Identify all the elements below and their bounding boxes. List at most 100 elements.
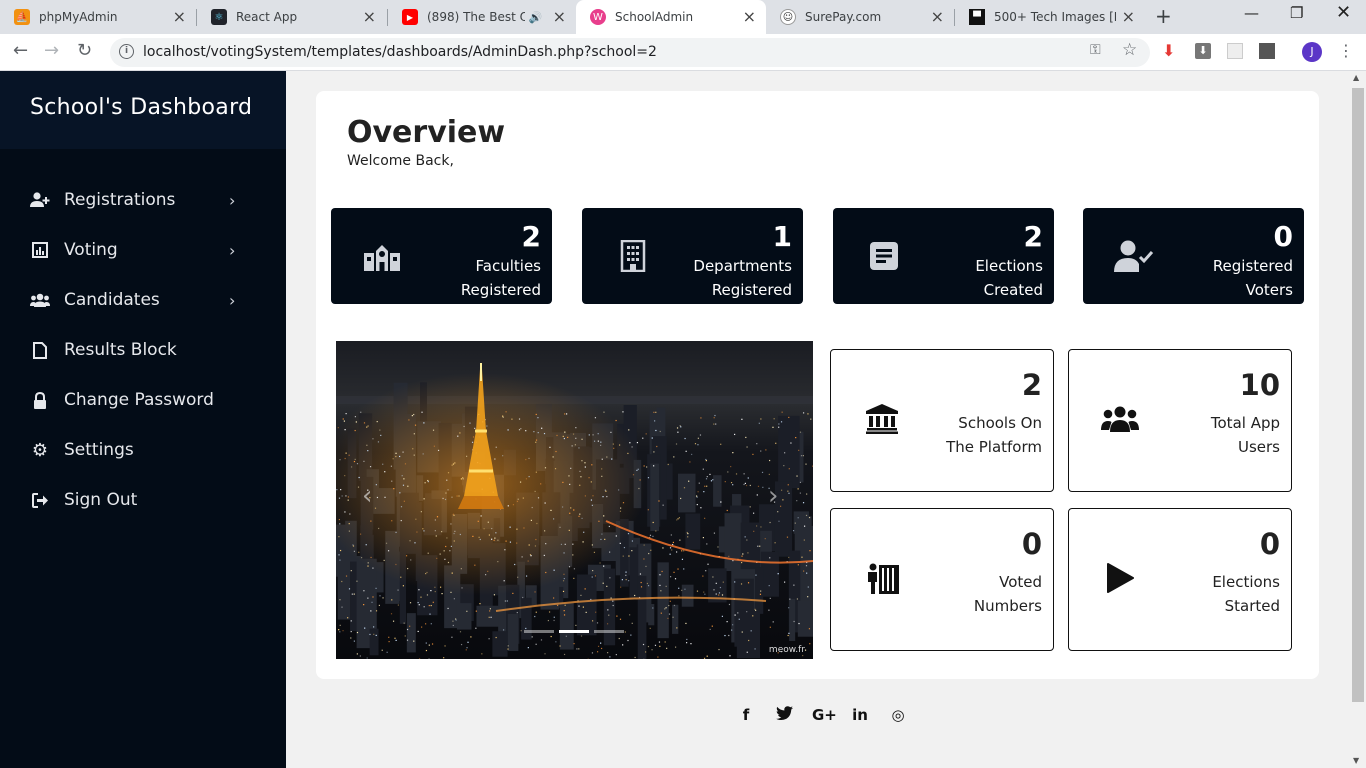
carousel-indicator-2[interactable] bbox=[559, 630, 589, 633]
url-text[interactable]: localhost/votingSystem/templates/dashboa… bbox=[143, 44, 657, 60]
facebook-icon[interactable]: f bbox=[736, 706, 756, 724]
speaker-icon[interactable]: 🔊 bbox=[529, 11, 543, 24]
sidebar-item-registrations[interactable]: Registrations › bbox=[0, 175, 286, 225]
tab-title: React App bbox=[236, 10, 298, 24]
sidebar-item-sign-out[interactable]: Sign Out bbox=[0, 475, 286, 525]
stat-value: 0 bbox=[1273, 220, 1293, 253]
tab-surepay[interactable]: ☺ SurePay.com × bbox=[766, 0, 954, 34]
scroll-down-arrow-icon[interactable]: ▼ bbox=[1353, 756, 1359, 765]
overview-card: Overview Welcome Back, 2 Faculties Regis… bbox=[316, 91, 1319, 679]
unsplash-icon: ▀ bbox=[969, 9, 985, 25]
tab-react-app[interactable]: ⚛ React App × bbox=[197, 0, 386, 34]
carousel-indicator-3[interactable] bbox=[594, 630, 624, 633]
key-icon[interactable]: ⚿ bbox=[1090, 42, 1101, 58]
carousel-indicator-1[interactable] bbox=[524, 630, 554, 633]
stat-label: Registered bbox=[711, 281, 792, 299]
new-tab-button[interactable]: + bbox=[1155, 4, 1172, 28]
close-icon[interactable]: × bbox=[931, 9, 944, 25]
social-links: f G+ in ◎ bbox=[736, 706, 908, 724]
sidebar-item-label: Candidates bbox=[64, 290, 160, 310]
sidebar-item-label: Voting bbox=[64, 240, 118, 260]
user-check-icon bbox=[1113, 238, 1155, 274]
profile-avatar[interactable]: J bbox=[1302, 42, 1322, 62]
sidebar-item-voting[interactable]: Voting › bbox=[0, 225, 286, 275]
stat-label: Schools On bbox=[958, 414, 1042, 432]
close-window-button[interactable]: ✕ bbox=[1336, 2, 1351, 23]
page-title: Overview bbox=[347, 115, 506, 150]
bookmark-star-icon[interactable]: ☆ bbox=[1122, 40, 1137, 60]
scroll-up-arrow-icon[interactable]: ▲ bbox=[1353, 73, 1359, 82]
download-arrow-extension-icon[interactable]: ⬇ bbox=[1162, 41, 1178, 60]
sidebar-item-results-block[interactable]: Results Block bbox=[0, 325, 286, 375]
stat-card-departments: 1 Departments Registered bbox=[582, 208, 803, 304]
sidebar-item-label: Registrations bbox=[64, 190, 176, 210]
tab-title: phpMyAdmin bbox=[39, 10, 118, 24]
twitter-icon[interactable] bbox=[774, 706, 794, 724]
address-bar[interactable]: i localhost/votingSystem/templates/dashb… bbox=[110, 38, 1150, 67]
sidebar-item-settings[interactable]: ⚙ Settings bbox=[0, 425, 286, 475]
close-icon[interactable]: × bbox=[743, 9, 756, 25]
user-plus-icon bbox=[30, 190, 50, 210]
tab-tech-images[interactable]: ▀ 500+ Tech Images [HD] × bbox=[955, 0, 1145, 34]
carousel-prev-button[interactable]: ‹ bbox=[362, 481, 372, 511]
close-icon[interactable]: × bbox=[173, 9, 186, 25]
sidebar-item-candidates[interactable]: Candidates › bbox=[0, 275, 286, 325]
vote-icon bbox=[863, 561, 901, 595]
document-icon bbox=[863, 238, 905, 274]
play-icon bbox=[1101, 561, 1139, 595]
maximize-button[interactable]: ❐ bbox=[1290, 4, 1303, 22]
stat-card-voted: 0 Voted Numbers bbox=[830, 508, 1054, 651]
file-icon bbox=[30, 340, 50, 360]
close-icon[interactable]: × bbox=[553, 9, 566, 25]
menu-kebab-icon[interactable]: ⋮ bbox=[1338, 41, 1354, 60]
extension-icon[interactable] bbox=[1227, 43, 1243, 59]
sign-out-icon bbox=[30, 490, 50, 510]
stat-label: Departments bbox=[693, 257, 792, 275]
stat-label: Registered bbox=[460, 281, 541, 299]
tab-schooladmin[interactable]: W SchoolAdmin × bbox=[576, 0, 766, 34]
minimize-button[interactable]: — bbox=[1244, 4, 1259, 22]
lock-icon bbox=[30, 390, 50, 410]
stat-card-elections-created: 2 Elections Created bbox=[833, 208, 1054, 304]
stat-value: 0 bbox=[1259, 527, 1280, 561]
users-icon bbox=[30, 290, 50, 310]
chevron-right-icon: › bbox=[229, 240, 236, 260]
scrollbar-thumb[interactable] bbox=[1352, 88, 1364, 702]
forward-button[interactable]: → bbox=[44, 40, 59, 61]
close-icon[interactable]: × bbox=[363, 9, 376, 25]
welcome-text: Welcome Back, bbox=[347, 153, 454, 169]
stat-label: Voted bbox=[999, 573, 1042, 591]
info-icon[interactable]: i bbox=[119, 44, 134, 59]
extension-dark-icon[interactable] bbox=[1259, 43, 1275, 59]
gear-icon: ⚙ bbox=[31, 439, 49, 461]
reload-button[interactable]: ↻ bbox=[77, 40, 92, 61]
chevron-right-icon: › bbox=[229, 290, 236, 310]
stat-label: Started bbox=[1224, 597, 1280, 615]
stat-value: 1 bbox=[772, 220, 792, 253]
carousel-next-button[interactable]: › bbox=[768, 481, 778, 511]
linkedin-icon[interactable]: in bbox=[850, 706, 870, 724]
image-watermark: meow.fr bbox=[768, 645, 805, 655]
download-extension-icon[interactable]: ⬇ bbox=[1195, 43, 1211, 59]
image-carousel[interactable]: ‹ › meow.fr bbox=[336, 341, 813, 659]
building-icon bbox=[612, 238, 654, 274]
schooladmin-icon: W bbox=[590, 9, 606, 25]
sidebar-item-label: Sign Out bbox=[64, 490, 138, 510]
tab-youtube[interactable]: ▶ (898) The Best Of C 🔊 × bbox=[388, 0, 576, 34]
stat-label: Elections bbox=[1212, 573, 1280, 591]
institution-icon bbox=[863, 402, 901, 436]
sidebar-title: School's Dashboard bbox=[0, 71, 286, 149]
stat-value: 2 bbox=[1023, 220, 1043, 253]
back-button[interactable]: ← bbox=[13, 40, 28, 61]
google-plus-icon[interactable]: G+ bbox=[812, 706, 837, 724]
stat-label: Created bbox=[983, 281, 1043, 299]
close-icon[interactable]: × bbox=[1122, 9, 1135, 25]
tab-title: (898) The Best Of C bbox=[427, 10, 525, 24]
stat-card-total-users: 10 Total App Users bbox=[1068, 349, 1292, 492]
sidebar-menu: Registrations › Voting › Candidates › Re… bbox=[0, 149, 286, 525]
sidebar-item-change-password[interactable]: Change Password bbox=[0, 375, 286, 425]
phpmyadmin-icon: ⛵ bbox=[14, 9, 30, 25]
tab-phpmyadmin[interactable]: ⛵ phpMyAdmin × bbox=[0, 0, 196, 34]
stat-label: Registered bbox=[1212, 257, 1293, 275]
dribbble-icon[interactable]: ◎ bbox=[888, 706, 908, 724]
